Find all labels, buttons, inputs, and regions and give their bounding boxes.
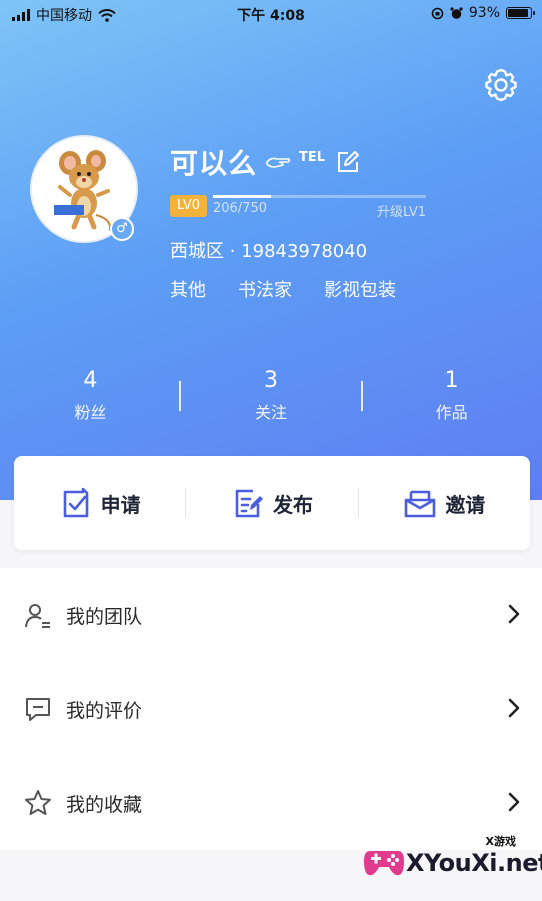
- watermark-en: XYouXi.net: [406, 849, 542, 877]
- apply-label: 申请: [100, 492, 141, 517]
- level-progress-fill: [212, 195, 272, 198]
- gender-male-icon: ♂: [110, 217, 134, 241]
- stat-following[interactable]: 3 关注: [181, 368, 362, 423]
- menu-item-my-team[interactable]: 我的团队: [0, 568, 542, 662]
- level-next-label: 升级LV1: [377, 205, 426, 220]
- chevron-right-icon: [508, 604, 520, 624]
- site-watermark: X游戏 XYouXi.net: [360, 833, 542, 893]
- stats-row: 4 粉丝 3 关注 1 作品: [0, 368, 542, 423]
- stat-following-label: 关注: [255, 403, 288, 422]
- stat-following-count: 3: [264, 368, 278, 393]
- profile-tags: 其他 书法家 影视包装: [170, 276, 396, 302]
- battery-icon: [506, 7, 535, 19]
- profile-tag: 书法家: [238, 280, 292, 301]
- profile-name-tel: TEL: [299, 149, 326, 165]
- menu-item-label: 我的评价: [66, 699, 143, 722]
- review-icon: [26, 698, 50, 721]
- publish-button[interactable]: 发布: [186, 486, 357, 520]
- stats-divider: [361, 381, 363, 411]
- level-progress: 206/750 升级LV1: [212, 195, 426, 220]
- profile-name: 可以么: [170, 147, 258, 180]
- phone-hand-icon: [266, 157, 291, 168]
- profile-tag: 影视包装: [324, 280, 396, 301]
- star-icon: [25, 790, 51, 815]
- stat-works[interactable]: 1 作品: [361, 368, 542, 423]
- invite-icon: [405, 490, 436, 518]
- settings-gear-icon[interactable]: [482, 66, 520, 104]
- stats-divider: [179, 381, 181, 411]
- alarm-icon: [450, 6, 463, 19]
- gamepad-logo-icon: [364, 851, 404, 876]
- apply-icon: [63, 487, 88, 518]
- apply-button[interactable]: 申请: [14, 486, 185, 520]
- menu-list: 我的团队 我的评价 我的收藏: [0, 568, 542, 850]
- battery-percent: 93%: [468, 5, 500, 21]
- team-icon: [25, 604, 50, 628]
- menu-item-label: 我的团队: [66, 605, 143, 628]
- stat-fans-count: 4: [83, 368, 98, 393]
- location-phone: 西城区 · 19843978040: [170, 241, 368, 262]
- watermark-cn: X游戏: [485, 835, 516, 848]
- stat-fans[interactable]: 4 粉丝: [0, 368, 181, 423]
- action-card: 申请 发布 邀请: [14, 456, 530, 550]
- publish-label: 发布: [272, 492, 313, 517]
- publish-icon: [235, 489, 263, 518]
- profile-name-row: 可以么 TEL: [170, 142, 360, 182]
- status-bar: 中国移动 下午 4:08 93%: [0, 0, 542, 28]
- chevron-right-icon: [508, 792, 520, 812]
- avatar-container[interactable]: ♂: [30, 135, 138, 243]
- level-badge: LV0: [170, 195, 207, 217]
- edit-profile-icon[interactable]: [337, 151, 360, 173]
- invite-button[interactable]: 邀请: [359, 486, 530, 520]
- menu-item-label: 我的收藏: [66, 793, 143, 816]
- stat-fans-label: 粉丝: [74, 403, 107, 422]
- stat-works-count: 1: [444, 368, 459, 393]
- invite-label: 邀请: [445, 492, 486, 517]
- level-row: LV0 206/750 升级LV1: [170, 195, 426, 220]
- profile-tag: 其他: [170, 280, 206, 301]
- orientation-lock-icon: [431, 7, 444, 19]
- chevron-right-icon: [508, 698, 520, 718]
- menu-item-my-reviews[interactable]: 我的评价: [0, 662, 542, 756]
- level-progress-text: 206/750: [212, 201, 267, 216]
- stat-works-label: 作品: [435, 403, 468, 422]
